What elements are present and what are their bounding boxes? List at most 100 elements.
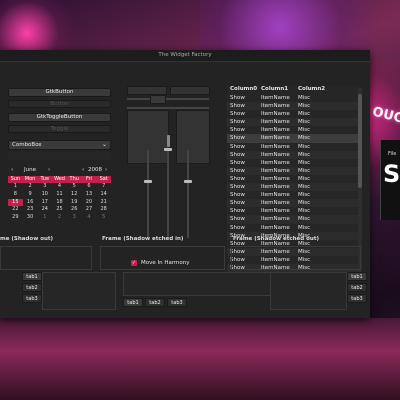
tree-row[interactable]: Show ItemName Misc [227,126,359,134]
notebook-left-tab1[interactable]: tab1 [22,272,42,281]
calendar-day[interactable]: 12 [67,191,82,199]
calendar-day[interactable]: 3 [67,214,82,222]
vertical-scale-2[interactable] [167,150,169,238]
calendar-day[interactable]: 8 [8,191,23,199]
calendar-day[interactable]: 5 [96,214,111,222]
tree-row[interactable]: Show ItemName Misc [227,150,359,159]
notebook-right-tab3[interactable]: tab3 [347,294,367,303]
progress-bar [127,86,167,95]
calendar-day[interactable]: 20 [82,199,97,207]
notebook-bottom-tab2[interactable]: tab2 [145,298,165,307]
tree-row[interactable]: Show ItemName Misc [227,175,359,183]
vertical-scale-2-knob[interactable] [164,148,172,151]
column-header-0[interactable]: Column0 [227,86,261,94]
prev-year-arrow-icon[interactable]: ‹ [82,167,84,173]
gtk-toggle-button[interactable]: GtkToggleButton [8,113,111,122]
vertical-scale-1[interactable] [147,150,149,238]
calendar-day[interactable]: 13 [82,191,97,199]
calendar-day[interactable]: 14 [96,191,111,199]
horizontal-scale[interactable] [127,98,209,100]
tree-cell: Show [230,224,245,231]
notebook-right-tab2[interactable]: tab2 [347,283,367,292]
calendar-day[interactable]: 2 [52,214,67,222]
calendar-day[interactable]: 18 [52,199,67,207]
tree-cell: Misc [298,151,311,158]
calendar-day[interactable]: 30 [23,214,38,222]
calendar-day[interactable]: 3 [37,183,52,191]
tree-cell: Misc [298,216,311,223]
calendar-day[interactable]: 22 [8,206,23,214]
calendar-day[interactable]: 27 [82,206,97,214]
calendar-day[interactable]: 25 [52,206,67,214]
calendar-day[interactable]: 24 [37,206,52,214]
tree-cell: Misc [298,184,311,191]
tree-row[interactable]: Show ItemName Misc [227,199,359,208]
background-window-file-menu: File [388,151,397,157]
calendar-day[interactable]: 17 [37,199,52,207]
vertical-scale-3[interactable] [187,150,189,238]
scrolled-area-2 [176,110,210,164]
calendar-day[interactable]: 5 [67,183,82,191]
gtk-button[interactable]: GtkButton [8,88,111,97]
calendar-day[interactable]: 4 [52,183,67,191]
notebook-left-tab2[interactable]: tab2 [22,283,42,292]
notebook-bottom-tab3[interactable]: tab3 [167,298,187,307]
notebook-left-tab3[interactable]: tab3 [22,294,42,303]
vertical-scale-3-knob[interactable] [184,180,192,183]
tree-scrollbar-thumb[interactable] [358,94,362,188]
calendar-day[interactable]: 6 [82,183,97,191]
background-city-bottom [0,318,400,400]
horizontal-scale-knob[interactable] [150,95,166,104]
tree-row[interactable]: Show ItemName Misc [227,143,359,151]
calendar: ‹ June › ‹ 2008 › Sun Mon Tue Wed Thu Fri Sat … [8,167,111,222]
tree-row[interactable]: Show ItemName Misc [227,118,359,127]
calendar-day[interactable]: 21 [96,199,111,207]
next-month-arrow-icon[interactable]: › [48,167,50,173]
vertical-scale-1-knob[interactable] [144,180,152,183]
tree-row[interactable]: Show ItemName Misc [227,134,359,143]
column-header-1[interactable]: Column1 [261,86,298,94]
calendar-day[interactable]: 1 [37,214,52,222]
calendar-day[interactable]: 10 [37,191,52,199]
tree-row[interactable]: Show ItemName Misc [227,166,359,175]
tree-row[interactable]: Show ItemName Misc [227,224,359,232]
tree-cell: ItemName [261,95,290,101]
calendar-day[interactable]: 15 [8,198,23,207]
combobox[interactable]: ComboBox ⌄ [8,140,111,150]
calendar-day[interactable]: 16 [23,199,38,207]
calendar-day[interactable]: 2 [23,183,38,191]
tree-cell: Misc [298,135,311,142]
scrollbar-thumb[interactable] [167,135,170,147]
tree-row[interactable]: Show ItemName Misc [227,215,359,224]
calendar-day[interactable]: 26 [67,206,82,214]
combobox-value: ComboBox [12,142,42,148]
weekday-label: Tue [40,176,50,182]
tree-cell: Misc [298,175,311,182]
horizontal-scale-2[interactable] [127,107,209,109]
tree-row[interactable]: Show ItemName Misc [227,183,359,192]
calendar-day[interactable]: 1 [8,183,23,191]
calendar-day[interactable]: 7 [96,183,111,191]
tree-cell: Misc [298,167,311,174]
title-bar[interactable]: The Widget Factory [0,50,370,62]
tree-header: Column0 Column1 Column2 [227,86,359,94]
calendar-day[interactable]: 28 [96,206,111,214]
calendar-day[interactable]: 11 [52,191,67,199]
prev-month-arrow-icon[interactable]: ‹ [11,167,13,173]
calendar-day[interactable]: 9 [23,191,38,199]
tree-cell: Show [230,200,245,207]
tree-row[interactable]: Show ItemName Misc [227,207,359,215]
tree-row[interactable]: Show ItemName Misc [227,102,359,111]
tree-row[interactable]: Show ItemName Misc [227,94,359,102]
tree-row[interactable]: Show ItemName Misc [227,110,359,118]
notebook-bottom-tab1[interactable]: tab1 [123,298,143,307]
calendar-day[interactable]: 19 [67,199,82,207]
tree-row[interactable]: Show ItemName Misc [227,191,359,199]
calendar-day[interactable]: 4 [82,214,97,222]
column-header-2[interactable]: Column2 [298,86,338,94]
next-year-arrow-icon[interactable]: › [105,167,107,173]
notebook-right-tab1[interactable]: tab1 [347,272,367,281]
calendar-day[interactable]: 29 [8,214,23,222]
tree-row[interactable]: Show ItemName Misc [227,159,359,167]
calendar-day[interactable]: 23 [23,206,38,214]
